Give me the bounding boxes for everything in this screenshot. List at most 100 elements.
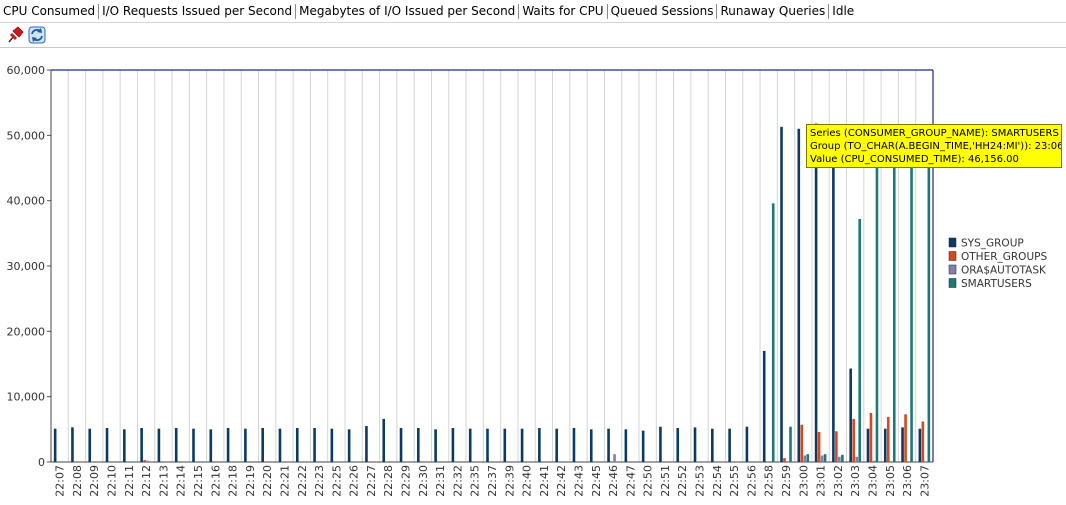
x-tick-label: 23:01: [815, 465, 828, 497]
tooltip-value: Value (CPU_CONSUMED_TIME): 46,156.00: [810, 154, 1019, 165]
bar-smartusers[interactable]: [910, 160, 913, 462]
bar-smartusers[interactable]: [771, 203, 775, 462]
bar-other-groups[interactable]: [817, 431, 821, 462]
bar-sys-group[interactable]: [295, 428, 299, 462]
bar-other-groups[interactable]: [800, 424, 804, 462]
bar-ora-autotask[interactable]: [820, 455, 824, 462]
bar-sys-group[interactable]: [624, 429, 628, 462]
bar-other-groups[interactable]: [904, 414, 907, 462]
bar-other-groups[interactable]: [852, 418, 855, 462]
tab-megabytes-of-i-o-issued-per-second[interactable]: Megabytes of I/O Issued per Second: [296, 0, 518, 22]
bar-sys-group[interactable]: [797, 128, 801, 463]
bar-other-groups[interactable]: [835, 431, 838, 462]
bar-sys-group[interactable]: [607, 428, 610, 462]
bar-sys-group[interactable]: [883, 428, 887, 462]
bar-sys-group[interactable]: [313, 428, 316, 462]
bar-sys-group[interactable]: [244, 428, 247, 462]
tab-queued-sessions[interactable]: Queued Sessions: [608, 0, 717, 22]
bar-sys-group[interactable]: [538, 428, 541, 462]
bar-sys-group[interactable]: [555, 428, 558, 462]
bar-sys-group[interactable]: [192, 428, 195, 462]
bar-sys-group[interactable]: [659, 426, 662, 462]
bar-sys-group[interactable]: [780, 126, 783, 462]
x-tick-label: 22:12: [140, 465, 153, 497]
bar-sys-group[interactable]: [676, 428, 680, 462]
bar-sys-group[interactable]: [745, 426, 749, 462]
bar-ora-autotask[interactable]: [803, 455, 807, 462]
bar-sys-group[interactable]: [693, 427, 697, 462]
bar-other-groups[interactable]: [869, 413, 873, 462]
bar-other-groups[interactable]: [143, 460, 146, 462]
bar-sys-group[interactable]: [711, 428, 714, 462]
bar-sys-group[interactable]: [417, 428, 420, 462]
bar-sys-group[interactable]: [814, 123, 818, 462]
bar-sys-group[interactable]: [105, 428, 109, 462]
tab-i-o-requests-issued-per-second[interactable]: I/O Requests Issued per Second: [99, 0, 295, 22]
bar-sys-group[interactable]: [520, 428, 524, 462]
x-tick-label: 22:30: [417, 465, 430, 497]
bar-ora-autotask[interactable]: [838, 456, 841, 462]
bar-sys-group[interactable]: [226, 428, 230, 462]
bar-sys-group[interactable]: [503, 428, 507, 462]
bar-sys-group[interactable]: [728, 428, 731, 462]
pin-icon[interactable]: [5, 25, 25, 45]
bar-sys-group[interactable]: [451, 428, 455, 462]
bar-other-groups[interactable]: [783, 458, 786, 462]
bar-smartusers[interactable]: [823, 454, 827, 462]
bar-sys-group[interactable]: [762, 350, 766, 462]
bar-other-groups[interactable]: [921, 421, 925, 462]
bar-sys-group[interactable]: [347, 429, 351, 462]
bar-sys-group[interactable]: [589, 429, 593, 462]
bar-sys-group[interactable]: [174, 428, 178, 462]
bar-ora-autotask[interactable]: [146, 460, 149, 462]
bar-smartusers[interactable]: [892, 161, 896, 462]
x-tick-label: 23:03: [849, 465, 862, 497]
x-tick-label: 22:42: [555, 465, 568, 497]
bar-sys-group[interactable]: [157, 428, 161, 462]
bar-ora-autotask[interactable]: [613, 454, 616, 462]
bar-sys-group[interactable]: [901, 427, 904, 462]
bar-sys-group[interactable]: [278, 428, 282, 462]
bar-sys-group[interactable]: [382, 418, 386, 462]
bar-smartusers[interactable]: [806, 454, 810, 462]
bar-sys-group[interactable]: [849, 368, 852, 462]
bar-sys-group[interactable]: [53, 428, 57, 462]
bar-sys-group[interactable]: [486, 428, 489, 462]
tab-bar: CPU Consumed I/O Requests Issued per Seco…: [0, 0, 1066, 23]
bar-sys-group[interactable]: [866, 428, 870, 462]
tab-waits-for-cpu[interactable]: Waits for CPU: [519, 0, 606, 22]
x-tick-label: 22:56: [745, 465, 758, 497]
x-tick-label: 22:43: [573, 465, 586, 497]
legend-swatch: [948, 278, 957, 288]
refresh-icon[interactable]: [27, 25, 47, 45]
tab-cpu-consumed[interactable]: CPU Consumed: [0, 0, 99, 22]
bar-sys-group[interactable]: [641, 430, 645, 462]
bar-sys-group[interactable]: [468, 428, 472, 462]
bar-sys-group[interactable]: [572, 428, 576, 462]
bar-sys-group[interactable]: [434, 429, 437, 462]
x-tick-label: 23:00: [797, 465, 810, 497]
bar-sys-group[interactable]: [209, 429, 213, 462]
bar-smartusers[interactable]: [875, 161, 879, 462]
bar-smartusers[interactable]: [841, 454, 844, 462]
bar-sys-group[interactable]: [140, 428, 143, 462]
bar-smartusers[interactable]: [858, 218, 861, 462]
tab-runaway-queries[interactable]: Runaway Queries: [717, 0, 828, 22]
bar-sys-group[interactable]: [330, 428, 334, 462]
x-tick-label: 22:45: [590, 465, 603, 497]
bar-sys-group[interactable]: [261, 428, 264, 462]
bar-smartusers[interactable]: [789, 426, 792, 462]
tab-idle[interactable]: Idle: [829, 0, 857, 22]
bar-smartusers[interactable]: [927, 161, 931, 462]
bar-sys-group[interactable]: [88, 428, 92, 462]
bar-sys-group[interactable]: [399, 428, 403, 462]
bar-sys-group[interactable]: [123, 429, 126, 462]
x-tick-label: 22:26: [348, 465, 361, 497]
bar-sys-group[interactable]: [832, 124, 835, 462]
bar-sys-group[interactable]: [71, 427, 74, 462]
bar-ora-autotask[interactable]: [872, 460, 876, 462]
bar-ora-autotask[interactable]: [855, 456, 858, 462]
bar-other-groups[interactable]: [886, 416, 890, 462]
bar-sys-group[interactable]: [365, 426, 368, 462]
bar-sys-group[interactable]: [918, 428, 922, 462]
